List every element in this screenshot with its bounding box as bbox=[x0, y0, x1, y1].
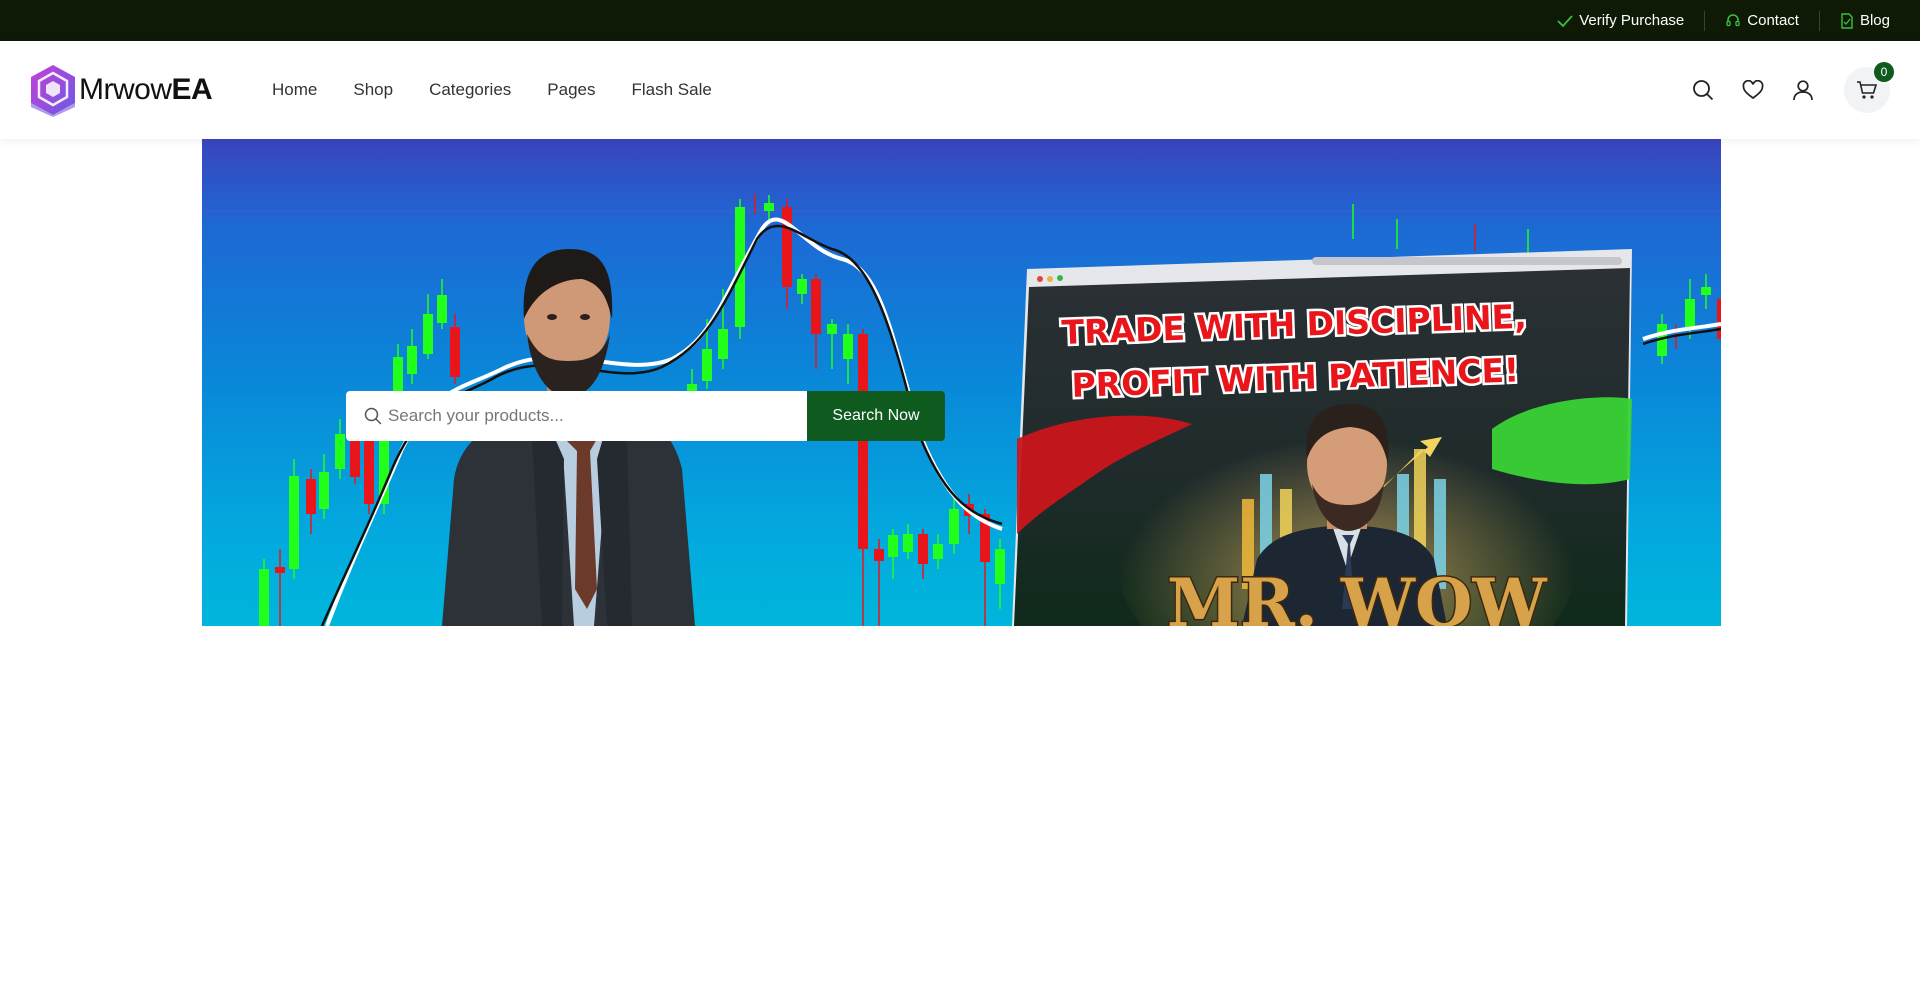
cart-button[interactable]: 0 bbox=[1844, 62, 1894, 113]
nav-home[interactable]: Home bbox=[272, 80, 317, 100]
top-bar-links: Verify Purchase Contact Blog bbox=[1557, 0, 1890, 41]
hero-artwork: TRADE WITH DISCIPLINE, PROFIT WITH PATIE… bbox=[202, 194, 1721, 626]
heart-icon bbox=[1742, 80, 1764, 100]
hero-banner: TRADE WITH DISCIPLINE, PROFIT WITH PATIE… bbox=[202, 139, 1721, 626]
promo-screen: TRADE WITH DISCIPLINE, PROFIT WITH PATIE… bbox=[1012, 249, 1632, 626]
nav-categories[interactable]: Categories bbox=[429, 80, 511, 100]
account-button[interactable] bbox=[1788, 75, 1818, 105]
search-icon bbox=[364, 407, 382, 425]
search-icon bbox=[1693, 80, 1714, 101]
hero-search-field bbox=[346, 391, 807, 441]
verify-purchase-label: Verify Purchase bbox=[1579, 12, 1685, 29]
verify-purchase-link[interactable]: Verify Purchase bbox=[1557, 11, 1704, 31]
document-icon bbox=[1841, 12, 1853, 29]
nav-shop[interactable]: Shop bbox=[353, 80, 393, 100]
hero-search-form: Search Now bbox=[346, 391, 946, 441]
main-header: MrwowEA Home Shop Categories Pages Flash… bbox=[0, 41, 1920, 139]
top-bar: Verify Purchase Contact Blog bbox=[0, 0, 1920, 41]
user-icon bbox=[1793, 80, 1813, 101]
logo-text-bold: EA bbox=[171, 73, 213, 106]
hero-search-input[interactable] bbox=[387, 406, 807, 426]
search-button[interactable] bbox=[1688, 75, 1718, 105]
nav-pages[interactable]: Pages bbox=[547, 80, 595, 100]
cart-icon bbox=[1857, 81, 1878, 99]
site-logo[interactable]: MrwowEA bbox=[29, 63, 213, 117]
logo-text: MrwowEA bbox=[79, 73, 213, 107]
contact-label: Contact bbox=[1747, 12, 1799, 29]
header-actions: 0 bbox=[1668, 41, 1894, 139]
headset-icon bbox=[1726, 13, 1740, 26]
check-icon bbox=[1557, 14, 1573, 27]
blog-label: Blog bbox=[1859, 12, 1890, 29]
promo-brand: MR. WOW bbox=[1167, 564, 1547, 626]
cart-count-badge: 0 bbox=[1874, 62, 1894, 82]
contact-link[interactable]: Contact bbox=[1704, 10, 1819, 31]
search-now-button[interactable]: Search Now bbox=[807, 391, 945, 441]
main-nav: Home Shop Categories Pages Flash Sale bbox=[272, 41, 748, 139]
logo-text-regular: Mrwow bbox=[79, 73, 172, 106]
nav-flash-sale[interactable]: Flash Sale bbox=[631, 80, 711, 100]
blog-link[interactable]: Blog bbox=[1818, 10, 1890, 31]
logo-hexagon-icon bbox=[31, 65, 75, 117]
wishlist-button[interactable] bbox=[1738, 75, 1768, 105]
